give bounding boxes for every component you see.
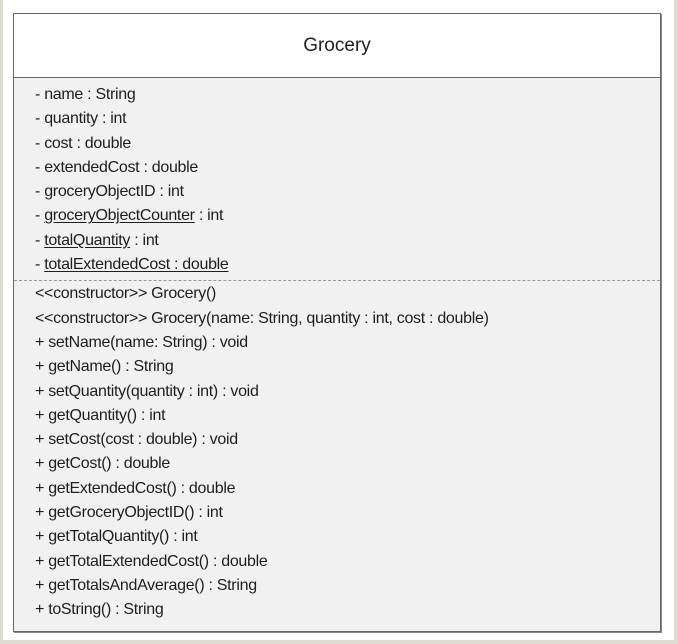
method-row: + setQuantity(quantity : int) : void: [35, 382, 259, 400]
method-row: + setName(name: String) : void: [35, 333, 248, 351]
frame-border-right: [674, 0, 678, 644]
attribute-row: - quantity : int: [35, 110, 127, 128]
method-row: + toString() : String: [35, 601, 164, 619]
method-row: + getTotalExtendedCost() : double: [35, 552, 268, 570]
method-row: + getName() : String: [35, 358, 174, 376]
attribute-row-static: - totalExtendedCost : double: [35, 256, 229, 274]
class-name-header: Grocery: [14, 14, 660, 78]
attribute-row: - groceryObjectID : int: [35, 183, 184, 201]
attribute-row-static: - groceryObjectCounter : int: [35, 207, 224, 225]
method-row: <<constructor>> Grocery(): [35, 285, 217, 303]
attribute-row-static: - totalQuantity : int: [35, 231, 159, 249]
method-row: + getQuantity() : int: [35, 406, 166, 424]
frame-border-bottom: [0, 640, 678, 644]
attribute-row: - name : String: [35, 86, 136, 103]
method-row: + getExtendedCost() : double: [35, 479, 236, 497]
method-row: + getCost() : double: [35, 455, 170, 473]
attribute-row: - cost : double: [35, 134, 132, 152]
method-row: + getTotalsAndAverage() : String: [35, 576, 257, 594]
methods-section: <<constructor>> Grocery() <<constructor>…: [14, 281, 660, 622]
uml-class-box: Grocery - name : String - quantity : int…: [13, 13, 661, 632]
attribute-row: - extendedCost : double: [35, 158, 199, 176]
frame-border-left: [0, 0, 3, 644]
attributes-section: - name : String - quantity : int - cost …: [14, 78, 660, 277]
method-row: + getGroceryObjectID() : int: [35, 504, 223, 522]
method-row: <<constructor>> Grocery(name: String, qu…: [35, 309, 489, 327]
method-row: + setCost(cost : double) : void: [35, 431, 238, 449]
class-name: Grocery: [303, 34, 371, 56]
method-row: + getTotalQuantity() : int: [35, 528, 198, 546]
